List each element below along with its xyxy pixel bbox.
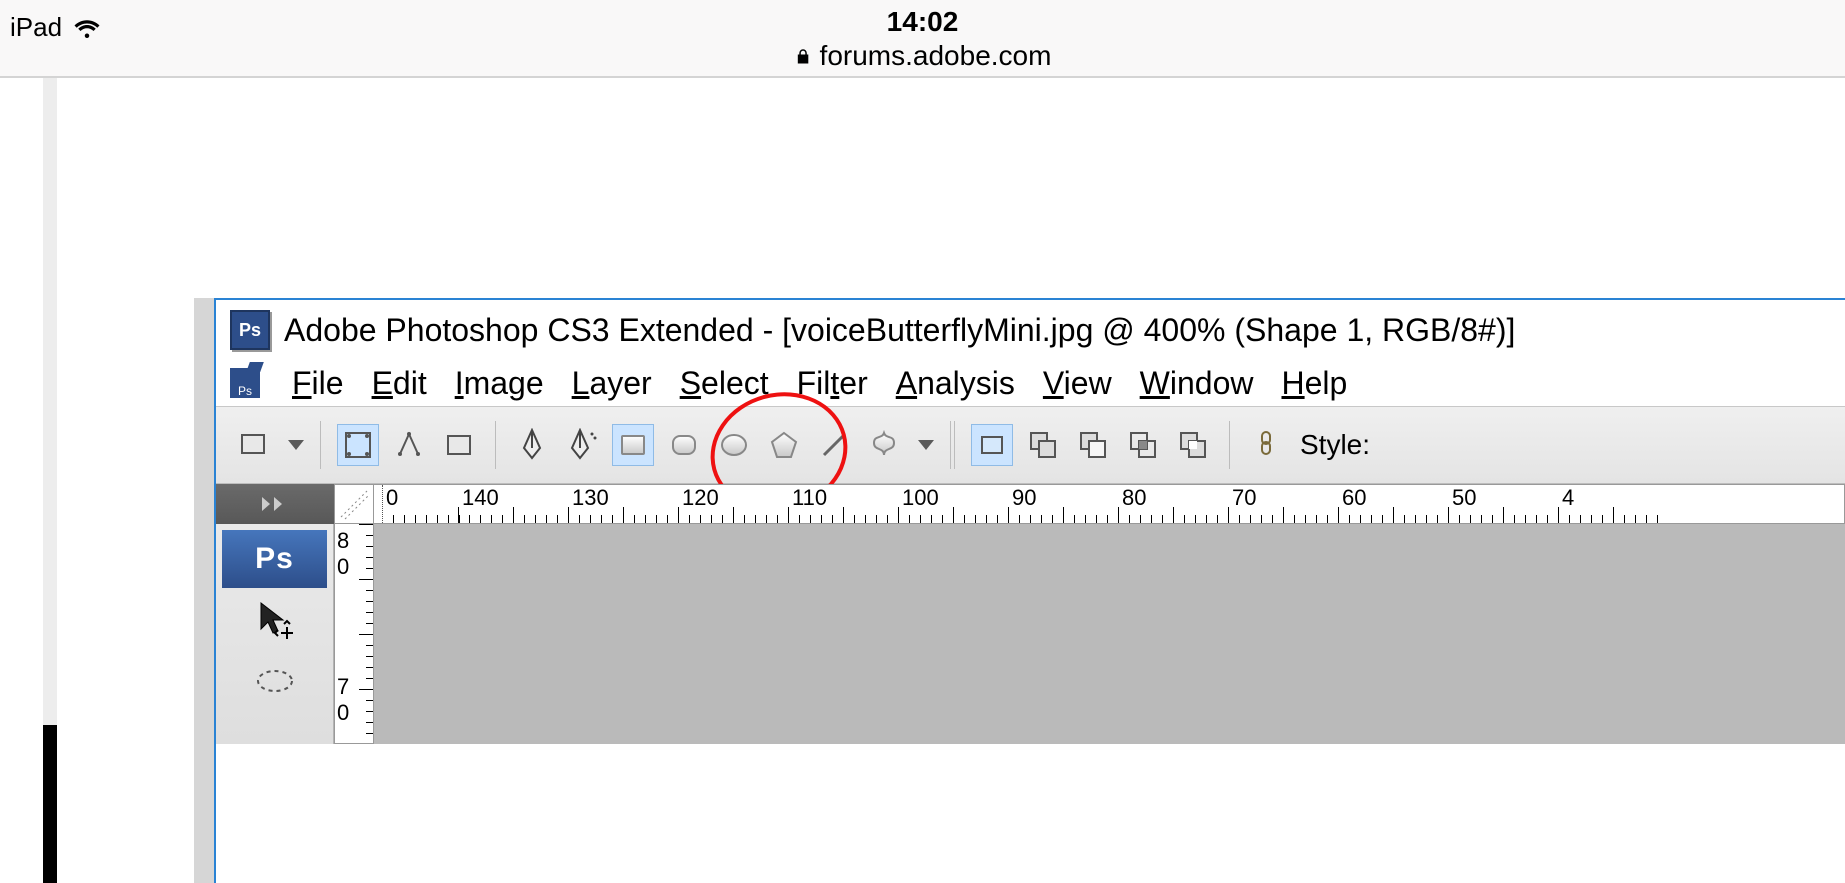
marquee-tool[interactable]: [222, 650, 327, 712]
embedded-photoshop-screenshot: Ps Adobe Photoshop CS3 Extended - [voice…: [194, 298, 1845, 883]
screenshot-left-edge: [194, 298, 214, 883]
menu-file[interactable]: File: [292, 365, 344, 402]
menu-window[interactable]: Window: [1140, 365, 1254, 402]
menu-help[interactable]: Help: [1281, 365, 1347, 402]
tool-panel: Ps: [216, 524, 334, 744]
ruler-label: 4: [1562, 485, 1574, 511]
ruler-label: 110: [792, 485, 827, 511]
freeform-pen-icon[interactable]: [562, 425, 602, 465]
horizontal-ruler[interactable]: 0 140 130 120 110 100 90 80 70 60 50 4: [374, 484, 1845, 524]
panel-collapse-toggle[interactable]: [216, 484, 334, 524]
vruler-label: 0: [337, 554, 349, 580]
vruler-label: 0: [337, 700, 349, 726]
lock-icon: [794, 47, 812, 65]
canvas-area[interactable]: [374, 524, 1845, 744]
menu-analysis[interactable]: Analysis: [896, 365, 1015, 402]
ellipse-shape-button[interactable]: [714, 425, 754, 465]
tool-preset-picker[interactable]: [234, 425, 274, 465]
tool-preset-dropdown-icon[interactable]: [288, 440, 304, 450]
menu-layer[interactable]: Layer: [572, 365, 652, 402]
move-tool[interactable]: [222, 588, 327, 650]
photoshop-logo-icon: Ps: [230, 310, 270, 350]
window-title-bar[interactable]: Ps Adobe Photoshop CS3 Extended - [voice…: [216, 300, 1845, 360]
pathfinder-create-button[interactable]: [971, 424, 1013, 466]
line-shape-button[interactable]: [814, 425, 854, 465]
ruler-label: 120: [682, 485, 719, 511]
pathfinder-exclude-button[interactable]: [1173, 425, 1213, 465]
style-link-icon[interactable]: [1246, 425, 1286, 465]
pen-tool-icon[interactable]: [512, 425, 552, 465]
ruler-label: 130: [572, 485, 609, 511]
ruler-label: 70: [1232, 485, 1256, 511]
pathfinder-add-button[interactable]: [1023, 425, 1063, 465]
paths-button[interactable]: [389, 425, 429, 465]
pathfinder-intersect-button[interactable]: [1123, 425, 1163, 465]
ruler-label: 80: [1122, 485, 1146, 511]
vertical-ruler[interactable]: 8070: [334, 524, 374, 744]
forum-left-gutter: [43, 78, 57, 883]
menu-bar: Ps File Edit Image Layer Select Filter A…: [216, 360, 1845, 406]
menu-select[interactable]: Select: [680, 365, 769, 402]
menu-image[interactable]: Image: [455, 365, 544, 402]
custom-shape-button[interactable]: [864, 425, 904, 465]
ruler-label: 50: [1452, 485, 1476, 511]
ruler-label: 60: [1342, 485, 1366, 511]
menu-view[interactable]: View: [1043, 365, 1112, 402]
browser-url[interactable]: forums.adobe.com: [794, 40, 1052, 72]
window-title: Adobe Photoshop CS3 Extended - [voiceBut…: [284, 312, 1515, 349]
ruler-label: 100: [902, 485, 939, 511]
tool-options-bar: Style:: [216, 406, 1845, 484]
clock: 14:02: [794, 6, 1052, 38]
shape-layers-button[interactable]: [337, 424, 379, 466]
ruler-zero-label: 0: [386, 485, 398, 511]
vruler-label: 8: [337, 528, 349, 554]
url-text: forums.adobe.com: [820, 40, 1052, 72]
style-label: Style:: [1300, 429, 1370, 461]
ruler-label: 140: [462, 485, 499, 511]
pathfinder-subtract-button[interactable]: [1073, 425, 1113, 465]
device-name: iPad: [10, 12, 62, 43]
shape-options-dropdown-icon[interactable]: [918, 440, 934, 450]
wifi-icon: [72, 13, 102, 43]
rounded-rectangle-shape-button[interactable]: [664, 425, 704, 465]
polygon-shape-button[interactable]: [764, 425, 804, 465]
rectangle-shape-button[interactable]: [612, 424, 654, 466]
menu-edit[interactable]: Edit: [372, 365, 427, 402]
photoshop-window: Ps Adobe Photoshop CS3 Extended - [voice…: [214, 298, 1845, 883]
tool-panel-header-icon[interactable]: Ps: [222, 530, 327, 588]
vruler-label: 7: [337, 674, 349, 700]
ruler-origin-corner[interactable]: [334, 484, 374, 524]
menu-filter[interactable]: Filter: [797, 365, 868, 402]
ios-status-bar: iPad 14:02 forums.adobe.com: [0, 0, 1845, 78]
document-icon[interactable]: Ps: [230, 368, 260, 398]
fill-pixels-button[interactable]: [439, 425, 479, 465]
ruler-zero-marker: [382, 485, 384, 523]
ruler-label: 90: [1012, 485, 1036, 511]
